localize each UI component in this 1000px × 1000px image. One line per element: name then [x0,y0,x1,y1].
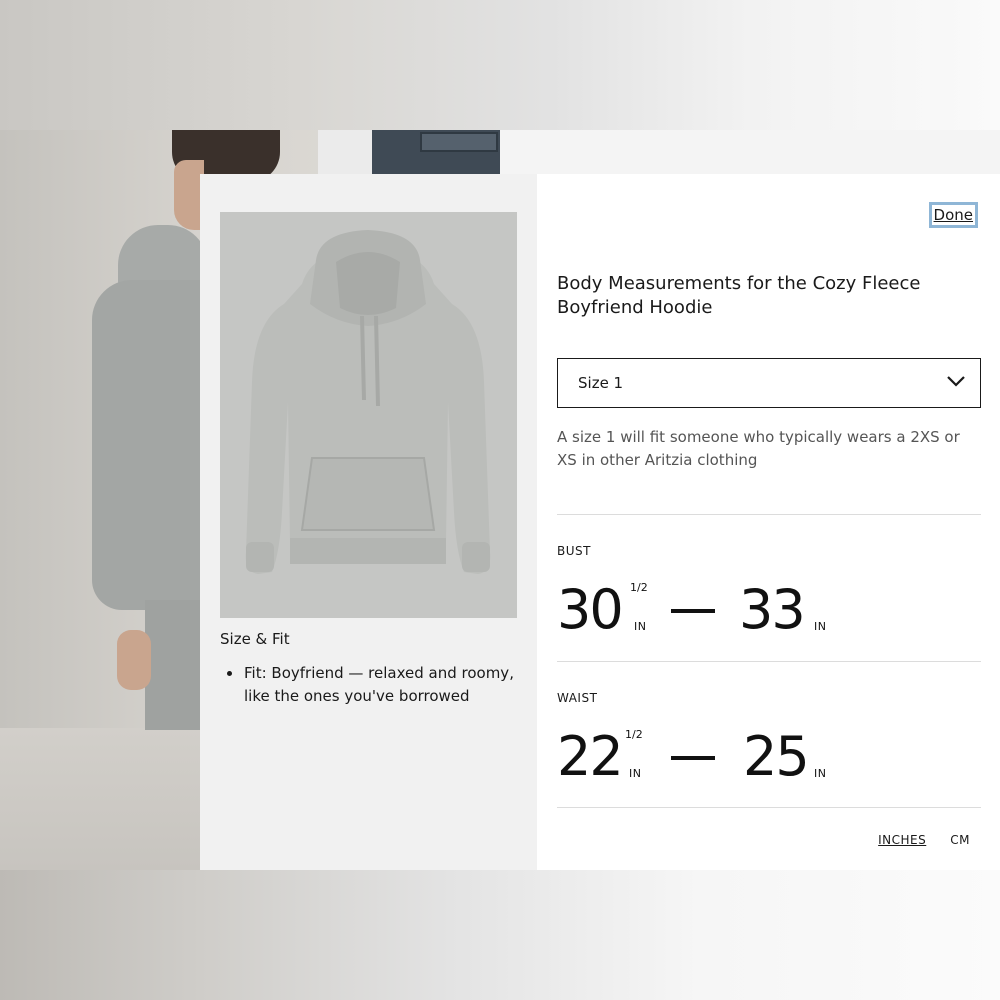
size-fit-panel: Size & Fit Fit: Boyfriend — relaxed and … [200,174,537,870]
inches-toggle[interactable]: INCHES [878,833,926,847]
chevron-down-icon [946,374,966,392]
waist-min-unit: IN [629,767,642,780]
size-fit-list: Fit: Boyfriend — relaxed and roomy, like… [220,662,517,708]
waist-range: 22 1/2 IN 25 IN [557,727,957,787]
waist-max-unit: IN [814,767,827,780]
background-blur-top [0,0,1000,130]
divider [557,661,981,662]
units-toggle: INCHES CM [878,833,970,847]
measurements-panel: Done Body Measurements for the Cozy Flee… [537,174,1000,870]
cm-toggle[interactable]: CM [950,833,970,847]
divider [557,514,981,515]
modal-title: Body Measurements for the Cozy Fleece Bo… [557,273,921,318]
size-select[interactable]: Size 1 [557,358,981,408]
list-item: Fit: Boyfriend — relaxed and roomy, like… [220,662,517,708]
background-strip [500,130,1000,174]
size-note: A size 1 will fit someone who typically … [557,428,960,469]
size-fit-heading: Size & Fit [220,630,290,648]
range-dash [671,609,715,613]
bust-range: 30 1/2 IN 33 IN [557,580,957,640]
background-blur-bottom [0,870,1000,1000]
range-dash [671,756,715,760]
waist-min: 22 [557,725,624,788]
waist-min-fraction: 1/2 [625,728,643,741]
waist-max: 25 [743,725,810,788]
product-image [220,212,517,618]
bust-min: 30 [557,578,624,641]
bust-max: 33 [739,578,806,641]
size-select-value: Size 1 [578,374,624,392]
size-guide-modal: Size & Fit Fit: Boyfriend — relaxed and … [200,174,1000,870]
bust-label: BUST [557,544,591,558]
divider [557,807,981,808]
waist-label: WAIST [557,691,598,705]
done-button[interactable]: Done [928,202,978,228]
bust-min-fraction: 1/2 [630,581,648,594]
bust-min-unit: IN [634,620,647,633]
bust-max-unit: IN [814,620,827,633]
